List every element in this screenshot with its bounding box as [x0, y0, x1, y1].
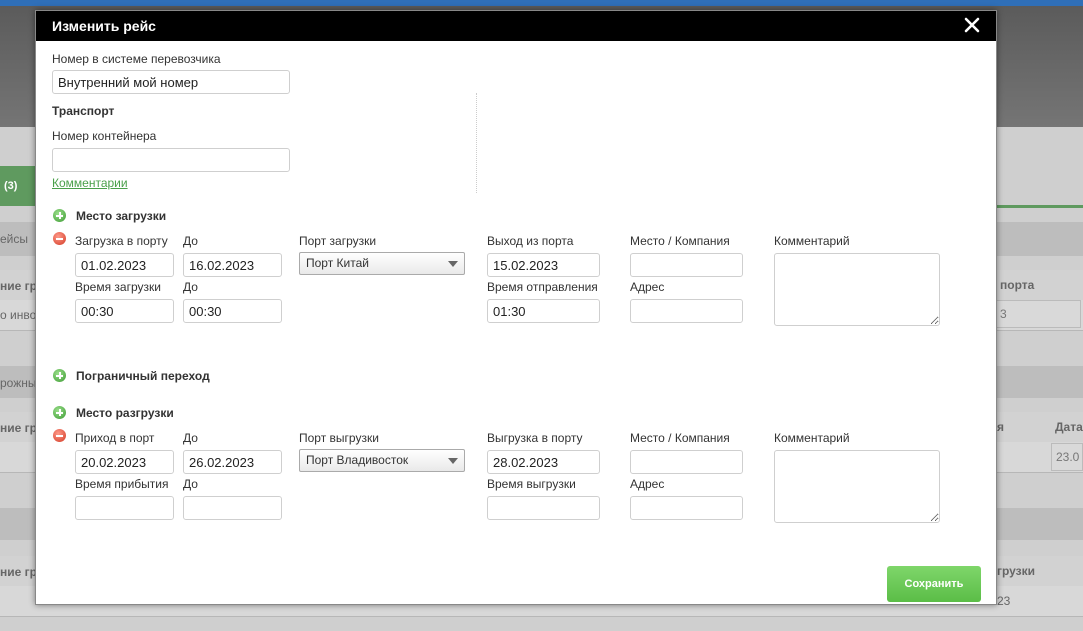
- departure-time-input[interactable]: [487, 299, 600, 323]
- loading-port-label: Порт загрузки: [299, 234, 377, 248]
- unloading-to-label: До: [183, 431, 198, 445]
- loading-to-label: До: [183, 234, 198, 248]
- background-tab-underline: [996, 205, 1083, 208]
- loading-comment-label: Комментарий: [774, 234, 850, 248]
- background-column-header: грузки: [997, 564, 1036, 578]
- port-exit-label: Выход из порта: [487, 234, 574, 248]
- carrier-number-input[interactable]: [52, 70, 290, 94]
- unloading-port-value: Порт Владивосток: [306, 453, 409, 467]
- remove-unloading-place-icon[interactable]: [53, 429, 66, 442]
- arrival-time-label: Время прибытия: [75, 477, 169, 491]
- arrival-time-to-input[interactable]: [183, 496, 282, 520]
- unloading-comment-textarea[interactable]: [774, 450, 940, 523]
- loading-address-input[interactable]: [630, 299, 743, 323]
- unloading-time-input[interactable]: [487, 496, 600, 520]
- background-column-header: Дата: [1055, 420, 1083, 434]
- border-crossing-heading: Пограничный переход: [76, 369, 210, 383]
- port-unloading-date-input[interactable]: [487, 450, 600, 474]
- port-loading-date-input[interactable]: [75, 253, 174, 277]
- container-number-input[interactable]: [52, 148, 290, 172]
- loading-comment-textarea[interactable]: [774, 253, 940, 326]
- remove-loading-place-icon[interactable]: [53, 232, 66, 245]
- loading-to-date-input[interactable]: [183, 253, 282, 277]
- modal-header: Изменить рейс: [36, 11, 996, 41]
- vertical-divider: [476, 93, 477, 193]
- background-label: ейсы: [0, 232, 29, 246]
- port-loading-label: Загрузка в порту: [75, 234, 168, 248]
- loading-place-company-input[interactable]: [630, 253, 743, 277]
- background-cell: 23.0: [1051, 443, 1083, 471]
- loading-port-value: Порт Китай: [306, 256, 369, 270]
- unloading-address-label: Адрес: [630, 477, 665, 491]
- unloading-time-label: Время выгрузки: [487, 477, 576, 491]
- port-arrival-label: Приход в порт: [75, 431, 155, 445]
- background-column-header: ние гр: [0, 421, 37, 435]
- close-icon[interactable]: [962, 15, 982, 35]
- comments-link[interactable]: Комментарии: [52, 176, 128, 190]
- background-cell: о инво: [0, 308, 37, 322]
- port-arrival-date-input[interactable]: [75, 450, 174, 474]
- loading-place-heading: Место загрузки: [76, 209, 167, 223]
- background-column-header: ние гр: [0, 279, 37, 293]
- background-column-header: ние гр: [0, 565, 37, 579]
- container-number-label: Номер контейнера: [52, 129, 157, 143]
- modal-title: Изменить рейс: [52, 18, 156, 34]
- background-tab[interactable]: (3): [0, 166, 36, 206]
- add-loading-place-icon[interactable]: [53, 209, 66, 222]
- unloading-place-company-label: Место / Компания: [630, 431, 730, 445]
- chevron-down-icon: [448, 458, 458, 464]
- loading-time-input[interactable]: [75, 299, 174, 323]
- save-button[interactable]: Сохранить: [887, 566, 981, 602]
- unloading-comment-label: Комментарий: [774, 431, 850, 445]
- background-label: рожны: [0, 376, 37, 390]
- loading-place-company-label: Место / Компания: [630, 234, 730, 248]
- unloading-address-input[interactable]: [630, 496, 743, 520]
- unloading-port-label: Порт выгрузки: [299, 431, 379, 445]
- loading-time-to-input[interactable]: [183, 299, 282, 323]
- loading-time-label: Время загрузки: [75, 280, 161, 294]
- unloading-to-date-input[interactable]: [183, 450, 282, 474]
- carrier-number-label: Номер в системе перевозчика: [52, 52, 221, 66]
- add-unloading-place-icon[interactable]: [53, 406, 66, 419]
- add-border-crossing-icon[interactable]: [53, 369, 66, 382]
- loading-time-to-label: До: [183, 280, 198, 294]
- unloading-place-heading: Место разгрузки: [76, 406, 174, 420]
- loading-address-label: Адрес: [630, 280, 665, 294]
- unloading-port-select[interactable]: Порт Владивосток: [299, 449, 465, 472]
- loading-port-select[interactable]: Порт Китай: [299, 252, 465, 275]
- port-unloading-label: Выгрузка в порту: [487, 431, 583, 445]
- background-column-header: порта: [1000, 278, 1035, 292]
- arrival-time-input[interactable]: [75, 496, 174, 520]
- transport-heading: Транспорт: [52, 104, 115, 118]
- background-column-header: я: [997, 420, 1005, 434]
- arrival-time-to-label: До: [183, 477, 198, 491]
- unloading-place-company-input[interactable]: [630, 450, 743, 474]
- edit-trip-modal: Изменить рейс Номер в системе перевозчик…: [35, 10, 997, 605]
- departure-time-label: Время отправления: [487, 280, 598, 294]
- background-cell: 23: [997, 594, 1011, 608]
- port-exit-date-input[interactable]: [487, 253, 600, 277]
- background-cell: 3: [995, 300, 1081, 328]
- chevron-down-icon: [448, 261, 458, 267]
